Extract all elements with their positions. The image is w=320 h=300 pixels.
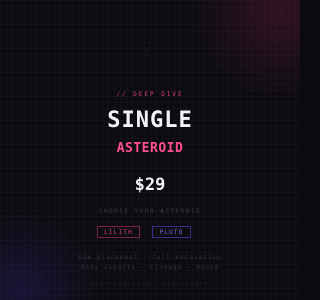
product-subtitle: ASTEROID (116, 141, 184, 156)
product-price: $29 (134, 175, 166, 195)
product-card: ☾ // DEEP DIVE SINGLE ASTEROID $29 CHOOS… (0, 0, 300, 300)
choose-asteroid-label: CHOOSE YOUR ASTEROID (98, 208, 202, 215)
footer-text: DEEP STARSIGN · ASTRO DEEP (91, 282, 209, 288)
section-eyebrow: // DEEP DIVE (116, 91, 184, 98)
option-pluto-button[interactable]: PLUTO (152, 226, 191, 238)
feature-line: One placement · full excavation (78, 254, 222, 261)
crescent-moon-icon: ☾ (143, 43, 158, 62)
option-lilith-button[interactable]: LILITH (97, 226, 140, 238)
product-title: SINGLE (107, 108, 193, 133)
feature-line: Body aspects · Lineage · Wound (80, 264, 220, 271)
